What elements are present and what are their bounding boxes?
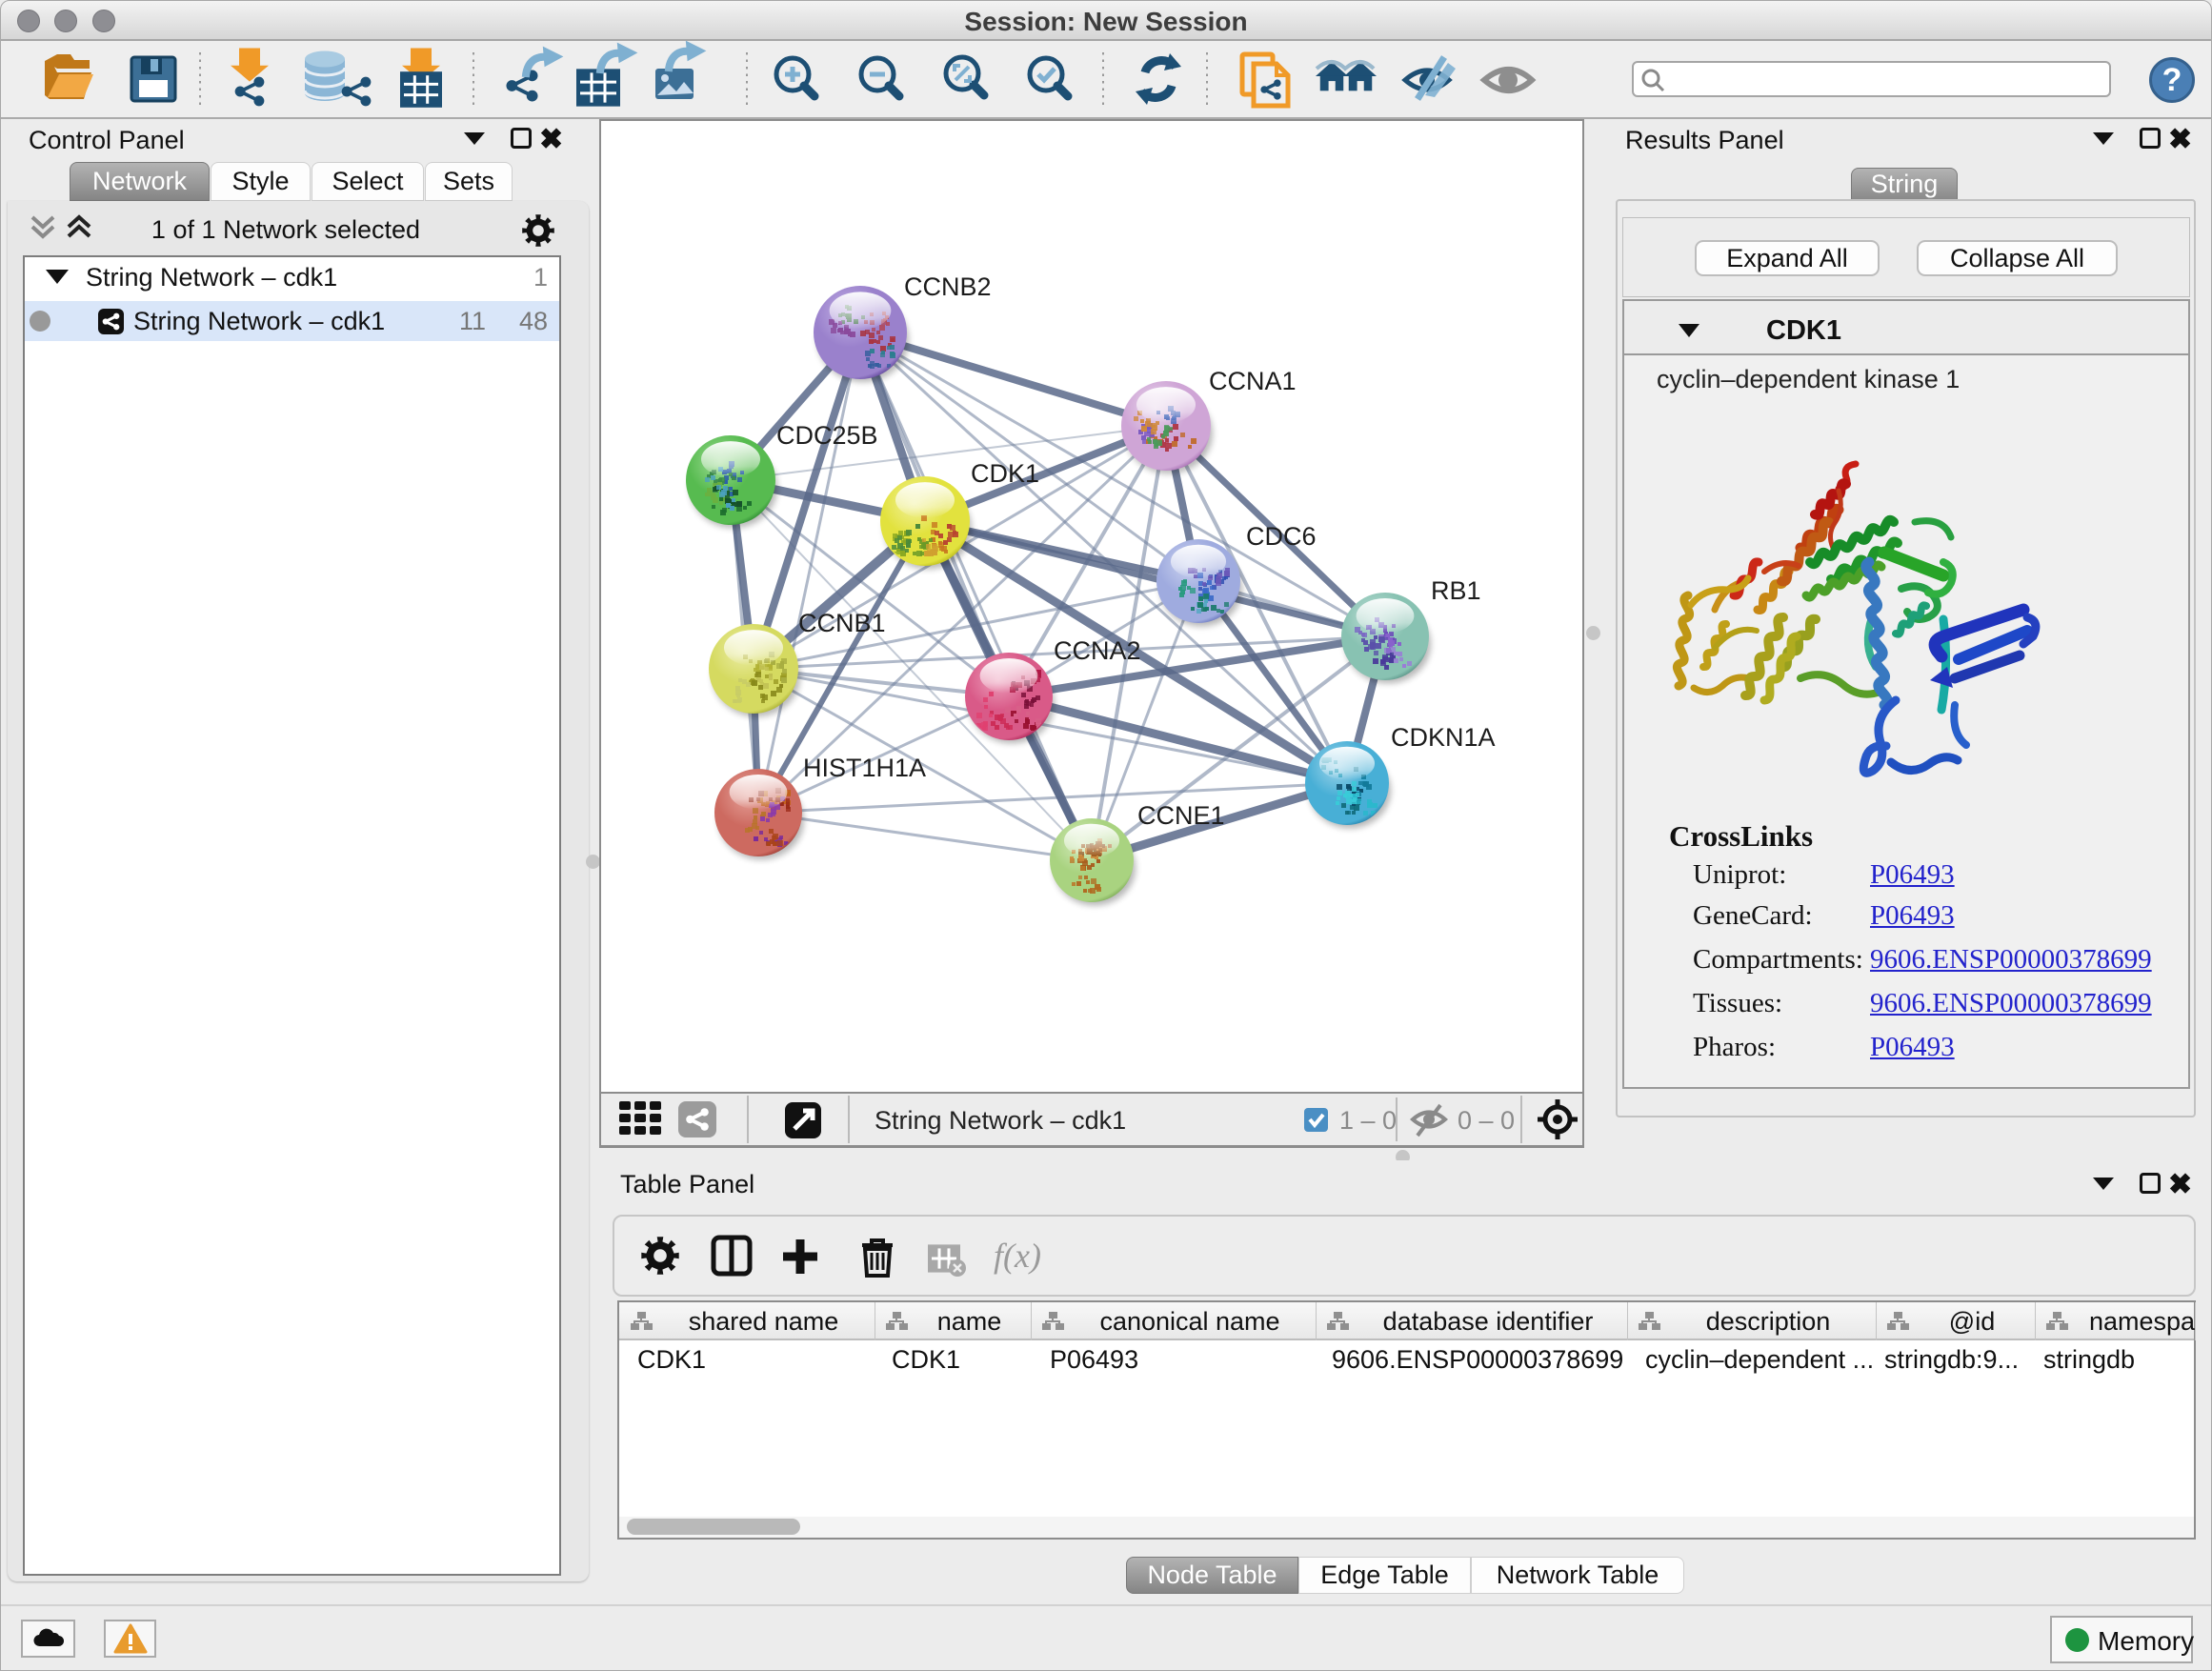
svg-text:1 – 0: 1 – 0 bbox=[1339, 1106, 1397, 1135]
svg-text:CDC25B: CDC25B bbox=[776, 421, 878, 450]
svg-text:CCNE1: CCNE1 bbox=[1137, 801, 1225, 830]
svg-text:CCNA1: CCNA1 bbox=[1209, 367, 1297, 395]
svg-text:CCNB2: CCNB2 bbox=[904, 272, 992, 301]
svg-text:CCNA2: CCNA2 bbox=[1054, 636, 1141, 665]
svg-text:0 – 0: 0 – 0 bbox=[1458, 1106, 1515, 1135]
svg-text:CDKN1A: CDKN1A bbox=[1391, 723, 1496, 752]
svg-text:f(x): f(x) bbox=[994, 1237, 1041, 1275]
svg-text:String Network – cdk1: String Network – cdk1 bbox=[875, 1106, 1126, 1135]
svg-text:CDC6: CDC6 bbox=[1246, 522, 1317, 551]
svg-text:CDK1: CDK1 bbox=[971, 459, 1039, 488]
svg-text:CCNB1: CCNB1 bbox=[798, 609, 886, 637]
svg-text:HIST1H1A: HIST1H1A bbox=[803, 754, 926, 782]
svg-text:RB1: RB1 bbox=[1431, 576, 1481, 605]
